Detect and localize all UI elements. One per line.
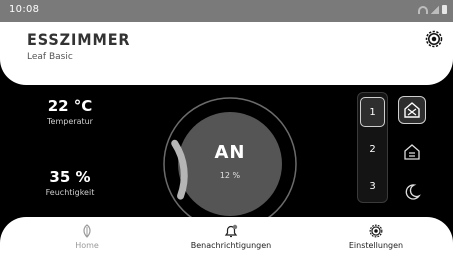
nav-home-label: Home bbox=[75, 241, 99, 250]
home-mode-button[interactable] bbox=[398, 138, 426, 166]
device-name: Leaf Basic bbox=[27, 52, 73, 62]
settings-gear-icon[interactable] bbox=[425, 30, 443, 48]
power-dial[interactable]: AN 12 % bbox=[160, 94, 300, 234]
temperature-readout: 22 °C Temperatur bbox=[20, 97, 120, 126]
nav-settings[interactable]: Einstellungen bbox=[316, 224, 436, 250]
temperature-value: 22 °C bbox=[47, 97, 93, 115]
humidity-value: 35 % bbox=[49, 168, 91, 186]
moon-icon bbox=[405, 184, 421, 200]
room-title: ESSZIMMER bbox=[27, 30, 131, 49]
nav-settings-label: Einstellungen bbox=[348, 241, 404, 250]
humidity-readout: 35 % Feuchtigkeit bbox=[20, 168, 120, 197]
nav-notifications-label: Benachrichtigungen bbox=[190, 241, 272, 250]
level-button-2[interactable]: 2 bbox=[360, 134, 385, 164]
dial-core bbox=[178, 112, 282, 216]
signal-icon bbox=[431, 5, 439, 14]
level-button-3[interactable]: 3 bbox=[360, 171, 385, 201]
power-percent: 12 % bbox=[219, 171, 241, 180]
auto-house-icon bbox=[404, 102, 420, 118]
wifi-icon bbox=[418, 5, 428, 14]
bell-icon bbox=[224, 224, 238, 238]
battery-icon bbox=[442, 5, 447, 14]
level-button-1[interactable]: 1 bbox=[360, 97, 385, 127]
nav-home[interactable]: Home bbox=[27, 224, 147, 250]
status-time: 10:08 bbox=[9, 4, 40, 15]
fan-level-selector: 1 2 3 bbox=[357, 92, 388, 203]
leaf-icon bbox=[83, 224, 91, 238]
bottom-navigation: Home Benachrichtigungen Einstellungen bbox=[0, 217, 453, 257]
status-bar: 10:08 bbox=[0, 0, 453, 22]
gear-icon bbox=[369, 224, 383, 238]
house-icon bbox=[404, 144, 420, 160]
humidity-label: Feuchtigkeit bbox=[45, 188, 95, 197]
auto-mode-button[interactable] bbox=[398, 96, 426, 124]
nav-notifications[interactable]: Benachrichtigungen bbox=[171, 224, 291, 250]
power-state: AN bbox=[214, 142, 246, 163]
room-header: ESSZIMMER Leaf Basic bbox=[0, 22, 453, 85]
night-mode-button[interactable] bbox=[398, 178, 426, 206]
status-icons bbox=[418, 5, 447, 14]
dial-graphic bbox=[163, 97, 297, 231]
temperature-label: Temperatur bbox=[47, 117, 93, 126]
